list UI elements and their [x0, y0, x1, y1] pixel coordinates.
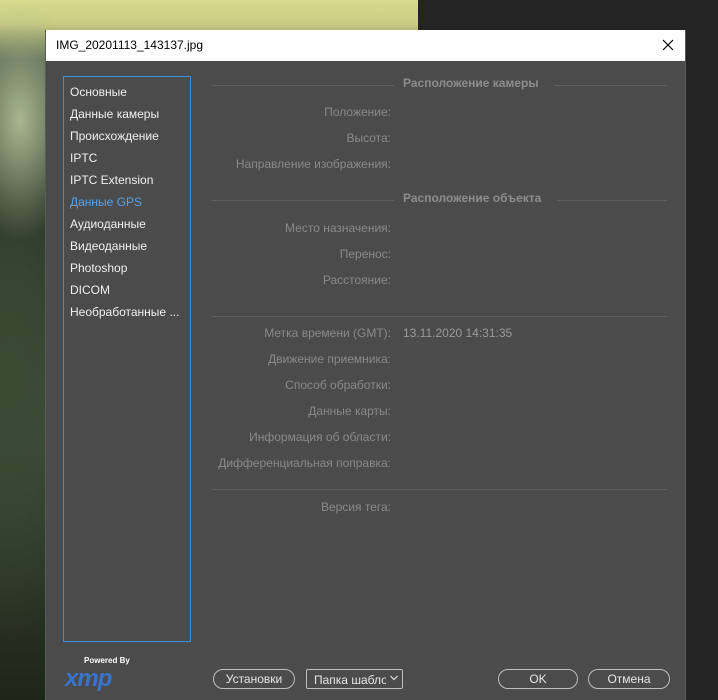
divider	[557, 200, 667, 201]
timestamp-row: Метка времени (GMT): 13.11.2020 14:31:35	[212, 326, 667, 342]
divider	[212, 85, 394, 86]
image-direction-row: Направление изображения:	[212, 157, 667, 173]
tag-version-row: Версия тега:	[212, 500, 667, 516]
field-label: Место назначения:	[285, 221, 391, 235]
sidebar-item-dicom[interactable]: DICOM	[64, 279, 190, 301]
field-label: Дифференциальная поправка:	[218, 456, 391, 470]
title-bar: IMG_20201113_143137.jpg	[46, 30, 685, 61]
template-folder-label: Папка шаблонов	[314, 673, 386, 687]
template-folder-dropdown[interactable]: Папка шаблонов	[306, 669, 403, 689]
differential-row: Дифференциальная поправка:	[212, 456, 667, 472]
area-information-row: Информация об области:	[212, 430, 667, 446]
destination-row: Место назначения:	[212, 221, 667, 237]
field-label: Движение приемника:	[268, 352, 391, 366]
divider	[212, 489, 667, 490]
ok-button[interactable]: OK	[498, 669, 578, 689]
category-list: Основные Данные камеры Происхождение IPT…	[63, 76, 191, 642]
field-label: Информация об области:	[249, 430, 391, 444]
field-label: Направление изображения:	[235, 157, 391, 171]
sidebar-item-raw-data[interactable]: Необработанные ...	[64, 301, 190, 323]
settings-button[interactable]: Установки	[213, 669, 295, 689]
sidebar-item-camera-data[interactable]: Данные камеры	[64, 103, 190, 125]
sidebar-item-basic[interactable]: Основные	[64, 81, 190, 103]
chevron-down-icon	[390, 675, 398, 681]
divider	[554, 85, 667, 86]
map-datum-row: Данные карты:	[212, 404, 667, 420]
field-label: Версия тега:	[320, 500, 391, 514]
sidebar-item-iptc-extension[interactable]: IPTC Extension	[64, 169, 190, 191]
xmp-logo-text: xmp	[65, 665, 112, 692]
distance-row: Расстояние:	[212, 273, 667, 289]
sidebar-item-origin[interactable]: Происхождение	[64, 125, 190, 147]
field-label: Расстояние:	[322, 273, 391, 287]
field-label: Высота:	[346, 131, 391, 145]
altitude-row: Высота:	[212, 131, 667, 147]
field-label: Метка времени (GMT):	[264, 326, 391, 340]
section-title: Расположение объекта	[403, 191, 542, 205]
divider	[212, 316, 667, 317]
file-info-dialog: IMG_20201113_143137.jpg Основные Данные …	[45, 30, 686, 700]
divider	[212, 200, 394, 201]
subject-location-header: Расположение объекта	[212, 191, 667, 209]
sidebar-item-photoshop[interactable]: Photoshop	[64, 257, 190, 279]
camera-location-header: Расположение камеры	[212, 76, 667, 94]
close-icon	[662, 39, 674, 51]
field-label: Данные карты:	[308, 404, 391, 418]
bearing-row: Перенос:	[212, 247, 667, 263]
sidebar-item-video-data[interactable]: Видеоданные	[64, 235, 190, 257]
timestamp-value: 13.11.2020 14:31:35	[403, 326, 513, 340]
section-title: Расположение камеры	[403, 76, 539, 90]
window-title: IMG_20201113_143137.jpg	[56, 38, 204, 52]
powered-by-text: Powered By	[84, 656, 130, 665]
field-label: Положение:	[324, 105, 391, 119]
close-button[interactable]	[655, 34, 681, 56]
cancel-button[interactable]: Отмена	[588, 669, 670, 689]
sidebar-item-audio-data[interactable]: Аудиоданные	[64, 213, 190, 235]
receiver-motion-row: Движение приемника:	[212, 352, 667, 368]
field-label: Перенос:	[339, 247, 391, 261]
gps-data-panel: Расположение камеры Положение: Высота: Н…	[212, 76, 667, 516]
xmp-logo: Powered By xmp	[65, 656, 137, 692]
field-label: Способ обработки:	[285, 378, 391, 392]
sidebar-item-iptc[interactable]: IPTC	[64, 147, 190, 169]
sidebar-item-gps-data[interactable]: Данные GPS	[64, 191, 190, 213]
position-row: Положение:	[212, 105, 667, 121]
processing-method-row: Способ обработки:	[212, 378, 667, 394]
